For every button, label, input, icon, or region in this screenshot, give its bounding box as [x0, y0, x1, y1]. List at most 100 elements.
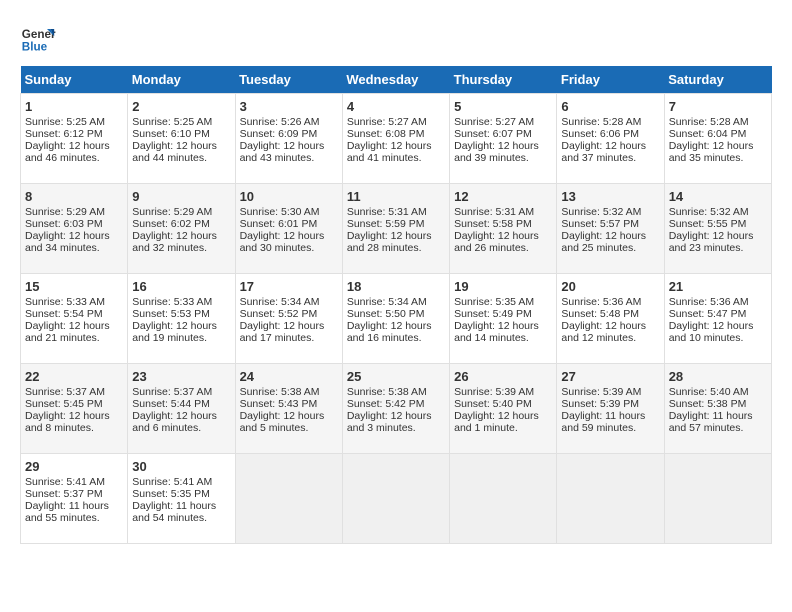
sunset: Sunset: 6:02 PM [132, 218, 210, 230]
sunrise: Sunrise: 5:38 AM [240, 386, 320, 398]
sunrise: Sunrise: 5:36 AM [561, 296, 641, 308]
day-number: 28 [669, 369, 767, 384]
sunrise: Sunrise: 5:25 AM [25, 116, 105, 128]
daylight-label: Daylight: 12 hours and 28 minutes. [347, 230, 432, 254]
day-number: 17 [240, 279, 338, 294]
daylight-label: Daylight: 12 hours and 43 minutes. [240, 140, 325, 164]
day-number: 14 [669, 189, 767, 204]
day-number: 1 [25, 99, 123, 114]
calendar-cell: 29Sunrise: 5:41 AMSunset: 5:37 PMDayligh… [21, 454, 128, 544]
daylight-label: Daylight: 12 hours and 32 minutes. [132, 230, 217, 254]
daylight-label: Daylight: 12 hours and 19 minutes. [132, 320, 217, 344]
sunset: Sunset: 5:44 PM [132, 398, 210, 410]
calendar-cell: 9Sunrise: 5:29 AMSunset: 6:02 PMDaylight… [128, 184, 235, 274]
sunset: Sunset: 6:10 PM [132, 128, 210, 140]
calendar-cell: 21 Sunrise: 5:36 AMSunset: 5:47 PMDayligh… [664, 274, 771, 364]
logo-icon: General Blue [20, 20, 56, 56]
sunrise: Sunrise: 5:37 AM [132, 386, 212, 398]
calendar-cell: 8Sunrise: 5:29 AMSunset: 6:03 PMDaylight… [21, 184, 128, 274]
daylight-label: Daylight: 12 hours and 1 minute. [454, 410, 539, 434]
day-number: 29 [25, 459, 123, 474]
sunset: Sunset: 5:53 PM [132, 308, 210, 320]
daylight-label: Daylight: 12 hours and 41 minutes. [347, 140, 432, 164]
calendar-cell [664, 454, 771, 544]
calendar-cell: 1Sunrise: 5:25 AMSunset: 6:12 PMDaylight… [21, 94, 128, 184]
sunrise: Sunrise: 5:27 AM [454, 116, 534, 128]
col-wednesday: Wednesday [342, 66, 449, 94]
calendar-week-3: 15Sunrise: 5:33 AMSunset: 5:54 PMDayligh… [21, 274, 772, 364]
sunset: Sunset: 6:04 PM [669, 128, 747, 140]
daylight-label: Daylight: 11 hours and 55 minutes. [25, 500, 109, 524]
daylight-label: Daylight: 12 hours and 39 minutes. [454, 140, 539, 164]
sunset: Sunset: 6:09 PM [240, 128, 318, 140]
sunset: Sunset: 5:47 PM [669, 308, 747, 320]
sunrise: Sunrise: 5:41 AM [132, 476, 212, 488]
header-row: Sunday Monday Tuesday Wednesday Thursday… [21, 66, 772, 94]
sunrise: Sunrise: 5:33 AM [132, 296, 212, 308]
day-number: 7 [669, 99, 767, 114]
sunset: Sunset: 5:43 PM [240, 398, 318, 410]
col-tuesday: Tuesday [235, 66, 342, 94]
calendar-week-2: 8Sunrise: 5:29 AMSunset: 6:03 PMDaylight… [21, 184, 772, 274]
daylight-label: Daylight: 12 hours and 30 minutes. [240, 230, 325, 254]
day-number: 6 [561, 99, 659, 114]
sunset: Sunset: 6:07 PM [454, 128, 532, 140]
sunset: Sunset: 5:39 PM [561, 398, 639, 410]
daylight-label: Daylight: 12 hours and 8 minutes. [25, 410, 110, 434]
sunrise: Sunrise: 5:29 AM [132, 206, 212, 218]
svg-text:Blue: Blue [22, 41, 48, 54]
calendar-cell: 4Sunrise: 5:27 AMSunset: 6:08 PMDaylight… [342, 94, 449, 184]
calendar-week-5: 29Sunrise: 5:41 AMSunset: 5:37 PMDayligh… [21, 454, 772, 544]
col-saturday: Saturday [664, 66, 771, 94]
logo: General Blue [20, 20, 56, 56]
sunrise: Sunrise: 5:34 AM [347, 296, 427, 308]
sunset: Sunset: 5:57 PM [561, 218, 639, 230]
daylight-label: Daylight: 12 hours and 35 minutes. [669, 140, 754, 164]
sunset: Sunset: 5:50 PM [347, 308, 425, 320]
day-number: 21 [669, 279, 767, 294]
calendar-cell: 5Sunrise: 5:27 AMSunset: 6:07 PMDaylight… [450, 94, 557, 184]
sunrise: Sunrise: 5:39 AM [561, 386, 641, 398]
sunrise: Sunrise: 5:36 AM [669, 296, 749, 308]
sunset: Sunset: 6:12 PM [25, 128, 103, 140]
daylight-label: Daylight: 11 hours and 59 minutes. [561, 410, 645, 434]
daylight-label: Daylight: 12 hours and 21 minutes. [25, 320, 110, 344]
daylight-label: Daylight: 12 hours and 10 minutes. [669, 320, 754, 344]
sunrise: Sunrise: 5:26 AM [240, 116, 320, 128]
daylight-label: Daylight: 12 hours and 6 minutes. [132, 410, 217, 434]
sunrise: Sunrise: 5:38 AM [347, 386, 427, 398]
calendar-cell: 22Sunrise: 5:37 AMSunset: 5:45 PMDayligh… [21, 364, 128, 454]
day-number: 12 [454, 189, 552, 204]
calendar-cell [342, 454, 449, 544]
sunset: Sunset: 5:42 PM [347, 398, 425, 410]
sunrise: Sunrise: 5:37 AM [25, 386, 105, 398]
sunrise: Sunrise: 5:32 AM [669, 206, 749, 218]
day-number: 22 [25, 369, 123, 384]
calendar-cell: 16Sunrise: 5:33 AMSunset: 5:53 PMDayligh… [128, 274, 235, 364]
day-number: 3 [240, 99, 338, 114]
calendar-cell: 23 Sunrise: 5:37 AMSunset: 5:44 PMDayligh… [128, 364, 235, 454]
day-number: 2 [132, 99, 230, 114]
sunset: Sunset: 5:40 PM [454, 398, 532, 410]
day-number: 20 [561, 279, 659, 294]
calendar-cell: 3 Sunrise: 5:26 AMSunset: 6:09 PMDaylight… [235, 94, 342, 184]
col-friday: Friday [557, 66, 664, 94]
sunset: Sunset: 5:54 PM [25, 308, 103, 320]
day-number: 13 [561, 189, 659, 204]
day-number: 23 [132, 369, 230, 384]
sunrise: Sunrise: 5:39 AM [454, 386, 534, 398]
calendar-cell: 6Sunrise: 5:28 AMSunset: 6:06 PMDaylight… [557, 94, 664, 184]
daylight-label: Daylight: 12 hours and 17 minutes. [240, 320, 325, 344]
sunset: Sunset: 6:08 PM [347, 128, 425, 140]
sunrise: Sunrise: 5:27 AM [347, 116, 427, 128]
calendar-cell: 14Sunrise: 5:32 AMSunset: 5:55 PMDayligh… [664, 184, 771, 274]
sunrise: Sunrise: 5:31 AM [347, 206, 427, 218]
sunrise: Sunrise: 5:34 AM [240, 296, 320, 308]
day-number: 8 [25, 189, 123, 204]
calendar-week-4: 22Sunrise: 5:37 AMSunset: 5:45 PMDayligh… [21, 364, 772, 454]
daylight-label: Daylight: 12 hours and 26 minutes. [454, 230, 539, 254]
daylight-label: Daylight: 12 hours and 3 minutes. [347, 410, 432, 434]
day-number: 26 [454, 369, 552, 384]
sunset: Sunset: 5:49 PM [454, 308, 532, 320]
day-number: 11 [347, 189, 445, 204]
